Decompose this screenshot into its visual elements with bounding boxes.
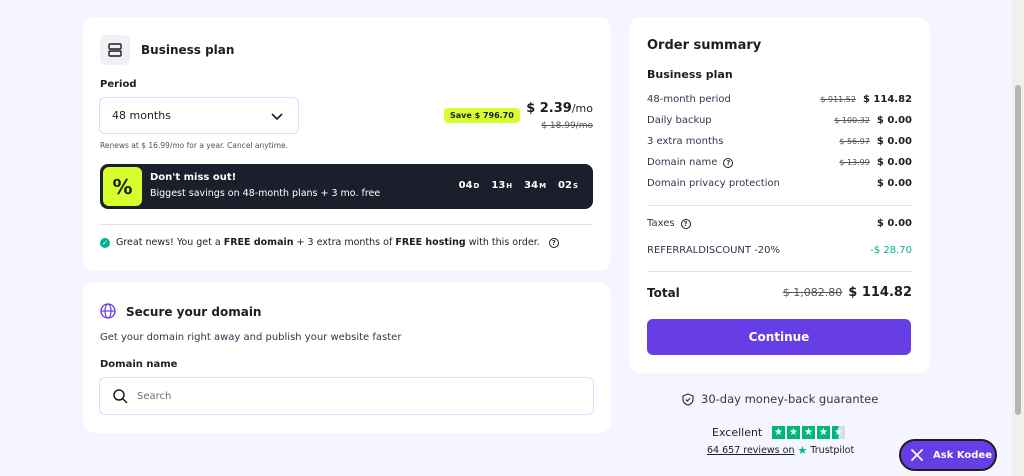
period-value: 48 months [112,109,171,122]
summary-total: Total $ 1,082.80 $ 114.82 [647,285,912,300]
summary-title: Order summary [647,38,762,53]
summary-row-extra-months: 3 extra months $ 56.97 $ 0.00 [647,136,912,147]
promo-text: Biggest savings on 48-month plans + 3 mo… [150,188,381,199]
save-badge: Save $ 796.70 [444,108,520,123]
price: $ 2.39/mo [526,101,593,116]
countdown-minutes: 34M [524,180,547,191]
summary-plan: Business plan [647,68,733,81]
server-icon [100,35,130,65]
ask-kodee-button[interactable]: Ask Kodee [899,439,997,471]
countdown-seconds: 02S [558,180,578,191]
summary-row-taxes: Taxes? $ 0.00 [647,218,912,229]
summary-row-domain: Domain name? $ 13.99 $ 0.00 [647,157,912,168]
summary-row-privacy: Domain privacy protection $ 0.00 [647,178,912,189]
divider [647,271,912,272]
divider [647,205,912,206]
globe-icon [100,303,116,319]
domain-subtitle: Get your domain right away and publish y… [100,332,402,343]
scrollbar[interactable] [1012,0,1024,476]
chevron-down-icon [271,112,283,120]
domain-title: Secure your domain [126,305,262,319]
summary-row-period: 48-month period $ 911.52 $ 114.82 [647,94,912,105]
star-icon: ★ [817,426,830,439]
money-back-guarantee: 30-day money-back guarantee [682,392,878,406]
star-icon: ★ [787,426,800,439]
divider [100,224,593,225]
star-icon: ★ [802,426,815,439]
star-icon: ★ [772,426,785,439]
domain-search-input[interactable]: Search [99,377,594,415]
shield-check-icon [682,392,694,406]
plan-card: Business plan Period 48 months Renews at… [83,17,611,271]
trustpilot-brand: Trustpilot [810,445,855,456]
period-select[interactable]: 48 months [99,97,299,134]
trustpilot-rating-text: Excellent [712,426,763,439]
scrollbar-thumb[interactable] [1015,85,1021,415]
search-placeholder: Search [137,390,172,402]
old-price: $ 18.99/mo [541,121,593,131]
promo-banner: % Don't miss out! Biggest savings on 48-… [100,164,593,209]
help-icon[interactable]: ? [723,157,734,168]
promo-title: Don't miss out! [150,172,237,183]
trustpilot-star-icon: ★ [797,444,808,457]
help-icon[interactable]: ? [680,218,691,229]
help-icon[interactable]: ? [548,237,559,248]
check-circle-icon: ✓ [100,237,110,248]
star-half-icon: ★ [832,426,845,439]
summary-row-discount: REFERRALDISCOUNT -20% -$ 28.70 [647,245,912,256]
search-icon [113,389,128,404]
trustpilot-reviews[interactable]: 64 657 reviews on ★ Trustpilot [707,444,854,457]
order-summary-card: Order summary Business plan 48-month per… [629,17,930,373]
period-label: Period [100,79,137,90]
plan-title: Business plan [141,43,235,57]
kodee-icon [911,449,923,461]
domain-card: Secure your domain Get your domain right… [83,282,611,433]
free-domain-text: Great news! You get a FREE domain + 3 ex… [116,237,540,248]
renews-note: Renews at $ 16.99/mo for a year. Cancel … [100,141,289,150]
summary-row-backup: Daily backup $ 100.32 $ 0.00 [647,115,912,126]
free-domain-notice: ✓ Great news! You get a FREE domain + 3 … [100,237,559,248]
countdown-days: 04D [458,180,480,191]
countdown-hours: 13H [491,180,513,191]
trustpilot-stars: ★ ★ ★ ★ ★ [772,426,845,439]
domain-name-label: Domain name [100,359,178,370]
percent-icon: % [103,167,142,206]
countdown: 04D 13H 34M 02S [459,180,578,191]
price-per: /mo [571,102,593,115]
price-value: $ 2.39 [526,101,572,116]
continue-button[interactable]: Continue [647,319,911,355]
